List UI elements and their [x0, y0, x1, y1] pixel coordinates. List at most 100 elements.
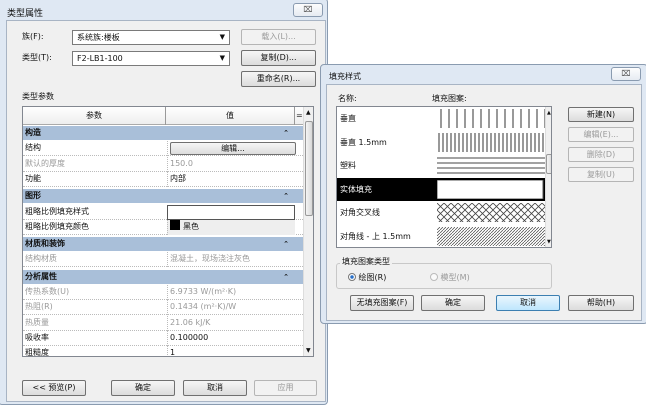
list-scrollbar[interactable]: ▲ ▼ [545, 107, 551, 247]
radio-model-label: 模型(M) [440, 273, 470, 282]
fill-pattern-item[interactable]: 对角交叉线 [337, 201, 545, 224]
scroll-thumb[interactable] [305, 121, 313, 216]
pattern-preview-horizontal [437, 156, 545, 175]
ok-button[interactable]: 确定 [421, 295, 485, 311]
radio-model[interactable]: 模型(M) [430, 272, 470, 283]
no-fill-button[interactable]: 无填充图案(F) [350, 295, 414, 311]
copy-button[interactable]: 复制(U) [568, 167, 634, 182]
param-name: 构造 [25, 128, 41, 137]
new-button[interactable]: 新建(N) [568, 107, 634, 122]
params-table: 参数 值 = 构造 ⌃ 结构 编辑... 默认的厚度 150.0 功能 内部 图形 ⌃ 粗略比例填充… [22, 106, 314, 357]
param-name: 默认的厚度 [25, 158, 65, 168]
scroll-up-icon[interactable]: ▲ [547, 110, 551, 116]
scroll-down-icon[interactable]: ▼ [547, 239, 551, 245]
collapse-icon[interactable]: ⌃ [283, 126, 289, 140]
group-row[interactable]: 图形 ⌃ [23, 189, 303, 205]
param-value[interactable]: 编辑... [167, 141, 296, 157]
edit-structure-button[interactable]: 编辑... [170, 142, 296, 156]
param-value: 21.06 kJ/K [167, 315, 295, 331]
table-row[interactable]: 热质量 21.06 kJ/K [23, 315, 303, 331]
radio-checked-icon [348, 273, 356, 281]
table-row[interactable]: 结构材质 混凝土，现场浇注灰色 [23, 252, 303, 268]
table-row[interactable]: 功能 内部 [23, 171, 303, 187]
col-eq: = [296, 111, 303, 120]
param-value[interactable]: 0.100000 [167, 330, 295, 346]
pattern-column-label: 填充图案: [432, 94, 467, 103]
collapse-icon[interactable]: ⌃ [283, 237, 289, 251]
col-param: 参数 [23, 107, 166, 125]
pattern-preview-vertical [437, 109, 545, 128]
type-value: F2-LB1-100 [77, 54, 123, 63]
param-name: 热质量 [25, 317, 49, 327]
param-value[interactable]: 内部 [167, 171, 295, 187]
scroll-thumb[interactable] [546, 154, 551, 174]
fill-pattern-item[interactable]: 垂直 [337, 107, 545, 130]
table-row[interactable]: 传热系数(U) 6.9733 W/(m²·K) [23, 285, 303, 300]
pattern-preview-crosshatch [437, 203, 545, 222]
family-value: 系统族:楼板 [77, 33, 120, 42]
close-button[interactable]: ⌧ [293, 3, 323, 17]
rename-button[interactable]: 重命名(R)... [241, 71, 316, 87]
fill-pattern-item[interactable]: 对角线 - 上 1.5mm [337, 225, 545, 248]
fill-pattern-item[interactable]: 垂直 1.5mm [337, 131, 545, 154]
pattern-name: 实体填充 [340, 184, 372, 194]
cancel-button[interactable]: 取消 [496, 295, 560, 311]
param-name: 分析属性 [25, 271, 57, 281]
color-name: 黑色 [183, 221, 199, 231]
table-row[interactable]: 吸收率 0.100000 [23, 330, 303, 346]
param-value: 150.0 [167, 156, 295, 172]
group-row[interactable]: 分析属性 ⌃ [23, 269, 303, 285]
pattern-name: 垂直 [340, 114, 356, 123]
collapse-icon[interactable]: ⌃ [283, 270, 289, 284]
duplicate-button[interactable]: 复制(D)... [241, 50, 316, 66]
pattern-name: 塑料 [340, 161, 356, 170]
pattern-name: 对角线 - 上 1.5mm [340, 231, 411, 241]
param-name: 吸收率 [25, 332, 49, 342]
table-row[interactable]: 默认的厚度 150.0 [23, 156, 303, 172]
radio-drafting[interactable]: 绘图(R) [348, 272, 386, 283]
fill-pattern-item[interactable]: 塑料 [337, 154, 545, 177]
close-button[interactable]: ⌧ [611, 67, 641, 81]
type-select[interactable]: F2-LB1-100 ▼ [72, 51, 230, 66]
table-scrollbar[interactable]: ▲ ▼ [303, 107, 313, 356]
chevron-down-icon: ▼ [219, 54, 225, 62]
family-select[interactable]: 系统族:楼板 ▼ [72, 30, 230, 45]
help-button[interactable]: 帮助(H) [568, 295, 634, 311]
table-row[interactable]: 粗糙度 1 [23, 346, 303, 357]
table-row[interactable]: 结构 编辑... [23, 141, 303, 157]
param-value[interactable]: 1 [167, 346, 295, 356]
chevron-down-icon: ▼ [219, 33, 225, 41]
edit-button[interactable]: 编辑(E)... [568, 127, 634, 142]
preview-button[interactable]: << 预览(P) [22, 380, 86, 396]
family-label: 族(F): [22, 32, 44, 41]
param-name: 结构材质 [25, 254, 57, 264]
ok-button[interactable]: 确定 [111, 380, 175, 396]
scroll-up-icon[interactable]: ▲ [306, 109, 311, 116]
apply-button[interactable]: 应用 [254, 380, 317, 396]
param-value: 6.9733 W/(m²·K) [167, 285, 295, 300]
cancel-button[interactable]: 取消 [183, 380, 247, 396]
param-name: 传热系数(U) [25, 287, 70, 296]
radio-unchecked-icon [430, 273, 438, 281]
delete-button[interactable]: 删除(D) [568, 147, 634, 162]
param-name: 材质和装饰 [25, 239, 65, 249]
radio-drafting-label: 绘图(R) [358, 273, 387, 282]
load-button[interactable]: 载入(L)... [241, 29, 316, 45]
scroll-down-icon[interactable]: ▼ [306, 347, 311, 354]
type-label: 类型(T): [22, 53, 52, 62]
param-value[interactable]: 黑色 [167, 219, 295, 235]
pattern-name: 对角交叉线 [340, 208, 380, 217]
table-row[interactable]: 热阻(R) 0.1434 (m²·K)/W [23, 300, 303, 316]
fill-pattern-input[interactable] [167, 204, 295, 220]
color-swatch [170, 219, 180, 230]
param-name: 粗略比例填充颜色 [25, 221, 89, 231]
group-row[interactable]: 构造 ⌃ [23, 126, 303, 141]
param-name: 粗糙度 [25, 348, 49, 357]
table-row[interactable]: 粗略比例填充颜色 黑色 [23, 219, 303, 235]
collapse-icon[interactable]: ⌃ [283, 189, 289, 203]
group-row[interactable]: 材质和装饰 ⌃ [23, 237, 303, 253]
param-name: 粗略比例填充样式 [25, 206, 89, 216]
fill-pattern-item[interactable]: 实体填充 [337, 177, 545, 201]
table-row[interactable]: 粗略比例填充样式 [23, 204, 303, 220]
dialog-title: 类型属性 [7, 9, 44, 19]
